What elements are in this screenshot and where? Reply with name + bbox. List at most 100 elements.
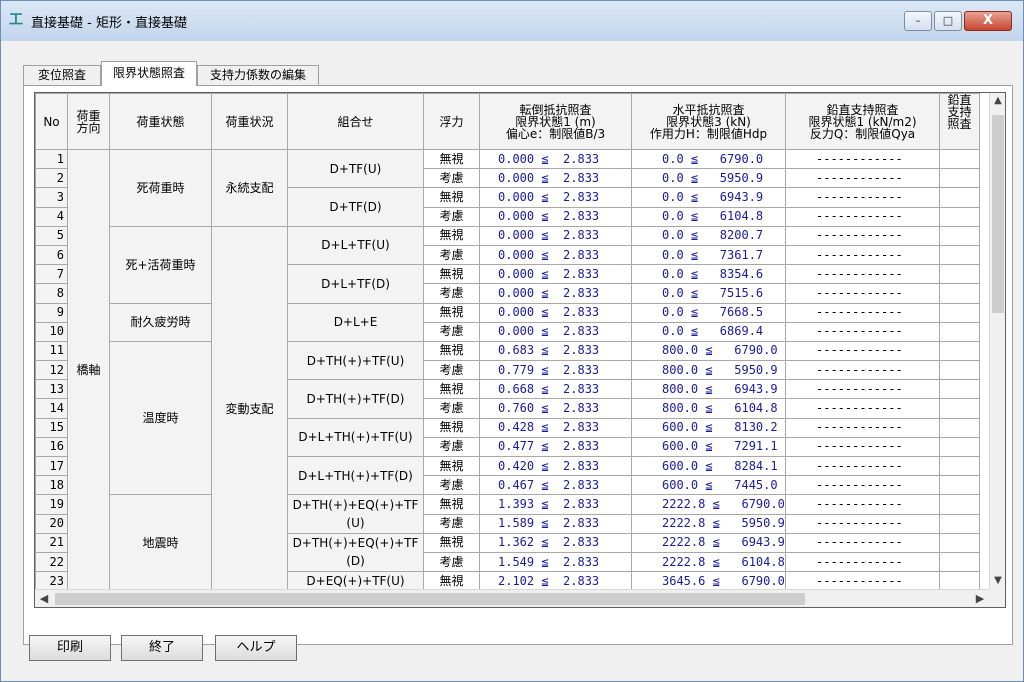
col-header-load-direction[interactable]: 荷重 方向	[67, 93, 110, 150]
table-row[interactable]: 5 死+活荷重時 変動支配 D+L+TF(U) 無視 0.000 ≦ 2.833 0.0 ≦…	[35, 225, 980, 592]
scroll-right-icon[interactable]: ▶	[971, 590, 989, 607]
horizontal-scrollbar[interactable]: ◀ ▶	[35, 589, 989, 607]
horizontal-resistance-cell[interactable]: 0.0 ≦ 8354.6	[631, 264, 786, 285]
horizontal-resistance-cell[interactable]: 2222.8 ≦ 6104.8	[631, 551, 786, 573]
vertical-support-cell[interactable]: ------------	[785, 417, 940, 438]
horizontal-scroll-thumb[interactable]	[55, 593, 805, 605]
overturning-cell[interactable]: 0.477 ≦ 2.833	[479, 436, 632, 458]
buoyancy-cell[interactable]: 無視	[423, 379, 480, 400]
vertical-support-cell[interactable]: ------------	[785, 225, 940, 246]
horizontal-resistance-cell[interactable]: 800.0 ≦ 6790.0	[631, 340, 786, 362]
extra-cell[interactable]	[939, 455, 980, 477]
maximize-button[interactable]: □	[934, 11, 962, 31]
vertical-support-cell[interactable]: ------------	[785, 455, 940, 477]
vertical-support-cell[interactable]: ------------	[785, 244, 940, 266]
horizontal-resistance-cell[interactable]: 600.0 ≦ 7445.0	[631, 475, 786, 496]
extra-cell[interactable]	[939, 244, 980, 266]
vertical-support-cell[interactable]: ------------	[785, 360, 940, 381]
buoyancy-cell[interactable]: 無視	[423, 264, 480, 285]
horizontal-resistance-cell[interactable]: 0.0 ≦ 6104.8	[631, 206, 786, 227]
col-header-overturning[interactable]: 転倒抵抗照査 限界状態1 (m) 偏心e：制限値B/3	[479, 93, 632, 150]
table-row[interactable]: 9 耐久疲労時 D+L+E 無視 0.000 ≦ 2.833 0.0 ≦ 7668.5 --…	[35, 302, 980, 342]
buoyancy-cell[interactable]: 無視	[423, 302, 480, 323]
vertical-support-cell[interactable]: ------------	[785, 187, 940, 208]
horizontal-resistance-cell[interactable]: 0.0 ≦ 6869.4	[631, 321, 786, 342]
vertical-support-cell[interactable]: ------------	[785, 148, 940, 170]
horizontal-resistance-cell[interactable]: 0.0 ≦ 7668.5	[631, 302, 786, 323]
buoyancy-cell[interactable]: 考慮	[423, 206, 480, 227]
horizontal-resistance-cell[interactable]: 0.0 ≦ 5950.9	[631, 168, 786, 189]
buoyancy-cell[interactable]: 無視	[423, 225, 480, 246]
buoyancy-cell[interactable]: 無視	[423, 340, 480, 362]
table-row[interactable]: 19 地震時 D+TH(+)+EQ(+)+TF(U) 無視 1.393 ≦ 2.833 2…	[35, 494, 980, 592]
tab-bearing-factor-edit[interactable]: 支持力係数の編集	[197, 65, 319, 85]
buoyancy-cell[interactable]: 無視	[423, 455, 480, 477]
table-row[interactable]: 1 橋軸 死荷重時 永続支配 D+TF(U) 無視 0.000 ≦ 2.833 0.0 ≦ 6…	[35, 148, 980, 592]
extra-cell[interactable]	[939, 264, 980, 285]
overturning-cell[interactable]: 0.779 ≦ 2.833	[479, 360, 632, 381]
extra-cell[interactable]	[939, 168, 980, 189]
overturning-cell[interactable]: 0.000 ≦ 2.833	[479, 225, 632, 246]
col-header-vertical-extra[interactable]: 鉛直 支持 照査	[939, 93, 980, 150]
vertical-support-cell[interactable]: ------------	[785, 551, 940, 573]
horizontal-resistance-cell[interactable]: 0.0 ≦ 7361.7	[631, 244, 786, 266]
horizontal-resistance-cell[interactable]: 0.0 ≦ 8200.7	[631, 225, 786, 246]
overturning-cell[interactable]: 0.000 ≦ 2.833	[479, 302, 632, 323]
buoyancy-cell[interactable]: 考慮	[423, 321, 480, 342]
exit-button[interactable]: 終了	[121, 635, 203, 661]
vertical-support-cell[interactable]: ------------	[785, 494, 940, 515]
horizontal-resistance-cell[interactable]: 0.0 ≦ 6790.0	[631, 148, 786, 170]
scroll-up-icon[interactable]: ▲	[990, 93, 1005, 109]
horizontal-resistance-cell[interactable]: 600.0 ≦ 8130.2	[631, 417, 786, 438]
overturning-cell[interactable]: 0.000 ≦ 2.833	[479, 283, 632, 304]
col-header-vertical[interactable]: 鉛直支持照査 限界状態1 (kN/m2) 反力Q：制限値Qya	[785, 93, 940, 150]
buoyancy-cell[interactable]: 考慮	[423, 283, 480, 304]
close-button[interactable]: X	[964, 11, 1012, 31]
col-header-no[interactable]: No	[35, 93, 68, 150]
horizontal-resistance-cell[interactable]: 800.0 ≦ 6943.9	[631, 379, 786, 400]
overturning-cell[interactable]: 1.549 ≦ 2.833	[479, 551, 632, 573]
overturning-cell[interactable]: 0.000 ≦ 2.833	[479, 148, 632, 170]
horizontal-resistance-cell[interactable]: 800.0 ≦ 6104.8	[631, 398, 786, 419]
table-row[interactable]: 11 温度時 D+TH(+)+TF(U) 無視 0.683 ≦ 2.833 800.0 ≦…	[35, 340, 980, 496]
extra-cell[interactable]	[939, 321, 980, 342]
buoyancy-cell[interactable]: 無視	[423, 494, 480, 515]
extra-cell[interactable]	[939, 398, 980, 419]
overturning-cell[interactable]: 0.000 ≦ 2.833	[479, 168, 632, 189]
horizontal-resistance-cell[interactable]: 2222.8 ≦ 5950.9	[631, 513, 786, 534]
extra-cell[interactable]	[939, 571, 980, 592]
buoyancy-cell[interactable]: 考慮	[423, 551, 480, 573]
scroll-down-icon[interactable]: ▼	[990, 573, 1005, 589]
overturning-cell[interactable]: 1.393 ≦ 2.833	[479, 494, 632, 515]
extra-cell[interactable]	[939, 187, 980, 208]
horizontal-resistance-cell[interactable]: 600.0 ≦ 8284.1	[631, 455, 786, 477]
overturning-cell[interactable]: 0.000 ≦ 2.833	[479, 187, 632, 208]
title-bar[interactable]: 工 直接基礎 - 矩形・直接基礎 – □ X	[1, 1, 1023, 41]
overturning-cell[interactable]: 0.683 ≦ 2.833	[479, 340, 632, 362]
buoyancy-cell[interactable]: 考慮	[423, 244, 480, 266]
vertical-support-cell[interactable]: ------------	[785, 379, 940, 400]
overturning-cell[interactable]: 1.589 ≦ 2.833	[479, 513, 632, 534]
buoyancy-cell[interactable]: 無視	[423, 187, 480, 208]
overturning-cell[interactable]: 2.102 ≦ 2.833	[479, 571, 632, 592]
vertical-support-cell[interactable]: ------------	[785, 302, 940, 323]
vertical-support-cell[interactable]: ------------	[785, 513, 940, 534]
buoyancy-cell[interactable]: 考慮	[423, 398, 480, 419]
col-header-buoyancy[interactable]: 浮力	[423, 93, 480, 150]
horizontal-resistance-cell[interactable]: 2222.8 ≦ 6790.0	[631, 494, 786, 515]
horizontal-resistance-cell[interactable]: 800.0 ≦ 5950.9	[631, 360, 786, 381]
overturning-cell[interactable]: 1.362 ≦ 2.833	[479, 532, 632, 553]
col-header-combination[interactable]: 組合せ	[287, 93, 424, 150]
print-button[interactable]: 印刷	[29, 635, 111, 661]
col-header-load-state[interactable]: 荷重状態	[109, 93, 212, 150]
extra-cell[interactable]	[939, 551, 980, 573]
overturning-cell[interactable]: 0.467 ≦ 2.833	[479, 475, 632, 496]
buoyancy-cell[interactable]: 無視	[423, 532, 480, 553]
extra-cell[interactable]	[939, 379, 980, 400]
vertical-scroll-thumb[interactable]	[992, 115, 1004, 313]
extra-cell[interactable]	[939, 340, 980, 362]
vertical-support-cell[interactable]: ------------	[785, 168, 940, 189]
horizontal-resistance-cell[interactable]: 3645.6 ≦ 6790.0	[631, 571, 786, 592]
results-grid[interactable]: No 荷重 方向 荷重状態 荷重状況 組合せ 浮力 転倒抵抗照査 限界状態1 (m)…	[34, 92, 1006, 608]
buoyancy-cell[interactable]: 無視	[423, 148, 480, 170]
